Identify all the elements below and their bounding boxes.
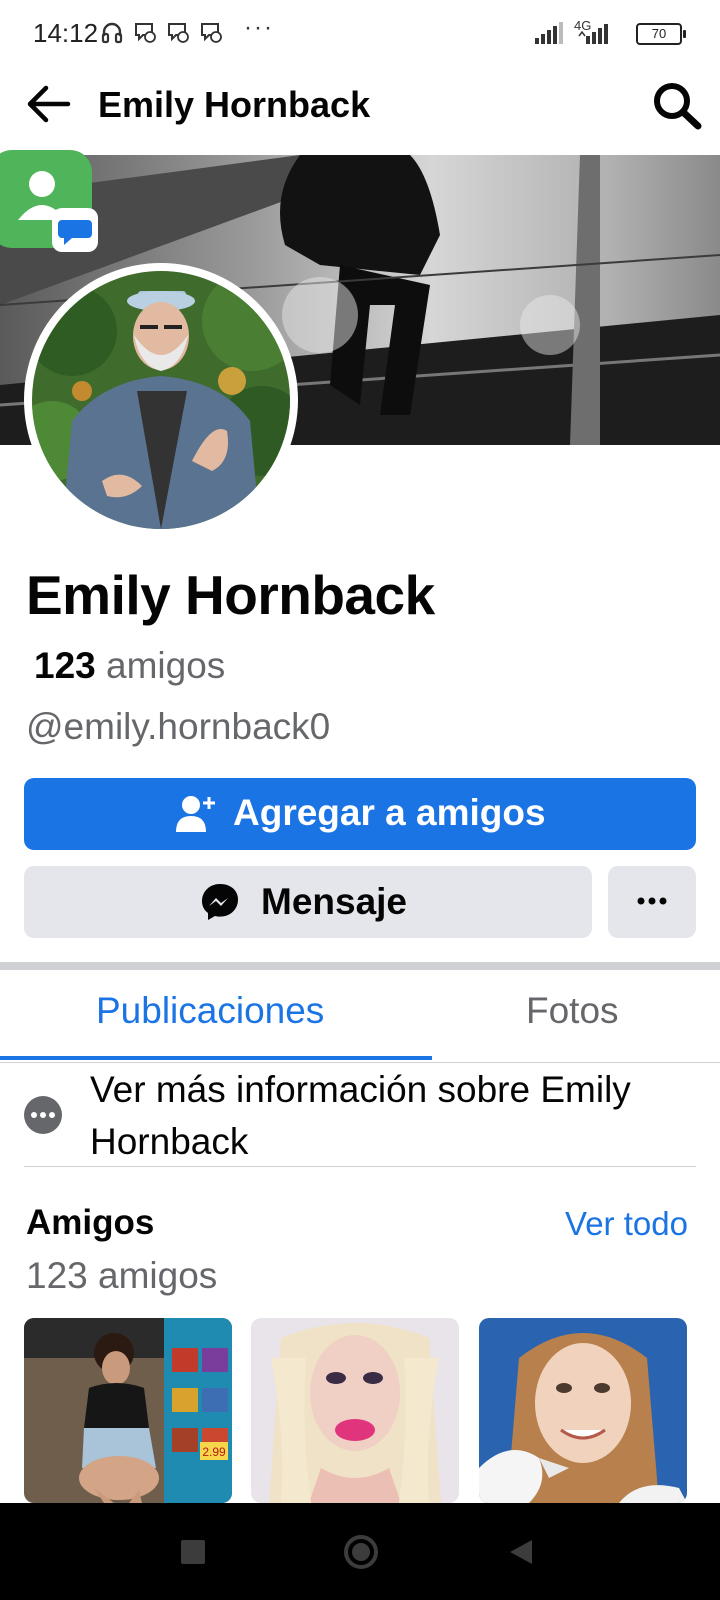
nav-back-icon[interactable]	[508, 1538, 534, 1566]
more-options-button[interactable]	[608, 866, 696, 938]
signal-icon-2	[578, 24, 608, 44]
info-divider	[24, 1166, 696, 1167]
friend-photo-3[interactable]	[479, 1318, 687, 1503]
messenger-notification-icon	[135, 23, 156, 43]
add-friend-label: Agregar a amigos	[233, 792, 546, 833]
signal-icon	[535, 22, 563, 44]
tab-publicaciones-label: Publicaciones	[96, 990, 325, 1031]
header-title: Emily Hornback	[98, 84, 371, 125]
tab-publicaciones[interactable]: Publicaciones	[0, 970, 432, 1060]
nav-recents-icon[interactable]	[180, 1539, 206, 1565]
friend-count[interactable]: 123 amigos	[34, 645, 225, 687]
profile-name: Emily Hornback	[26, 564, 435, 626]
status-bar: 14:12 ··· 4G 70	[0, 0, 720, 66]
tabs-divider	[0, 1062, 720, 1063]
status-time: 14:12	[33, 18, 99, 48]
see-more-info-link[interactable]: Ver más información sobre Emily Hornback	[90, 1064, 700, 1168]
messenger-notification-icon-2	[168, 23, 189, 43]
friends-section-count: 123 amigos	[26, 1255, 218, 1296]
message-button[interactable]: Mensaje	[24, 866, 592, 938]
friend-photo-1[interactable]: 2.99	[24, 1318, 232, 1503]
messenger-notification-icon-3	[201, 23, 222, 43]
friends-section-title: Amigos	[26, 1203, 155, 1242]
messenger-icon	[202, 884, 238, 920]
section-divider	[0, 962, 720, 970]
headphones-icon	[101, 22, 123, 44]
price-tag: 2.99	[202, 1445, 226, 1459]
more-info-icon	[24, 1096, 62, 1134]
tab-fotos[interactable]: Fotos	[432, 970, 720, 1060]
more-dots-icon	[637, 897, 667, 905]
message-label: Mensaje	[261, 881, 408, 922]
friend-photo-2[interactable]	[251, 1318, 459, 1503]
add-friend-icon	[176, 796, 215, 832]
friend-count-word: amigos	[106, 645, 226, 686]
tab-fotos-label: Fotos	[526, 990, 619, 1031]
system-navigation-bar	[0, 1503, 720, 1600]
search-icon[interactable]	[650, 80, 704, 130]
add-friend-button[interactable]: Agregar a amigos	[24, 778, 696, 850]
see-all-friends-link[interactable]: Ver todo	[565, 1205, 688, 1243]
active-tab-indicator	[0, 1056, 432, 1060]
profile-handle: @emily.hornback0	[26, 706, 331, 747]
avatar[interactable]	[32, 271, 290, 529]
friend-count-number: 123	[34, 645, 96, 686]
nav-home-icon[interactable]	[343, 1534, 379, 1570]
contacts-app-icon[interactable]	[0, 150, 100, 255]
more-notifications-icon: ···	[244, 14, 274, 41]
back-arrow-icon[interactable]	[24, 82, 72, 126]
battery-indicator: 70	[636, 23, 686, 45]
